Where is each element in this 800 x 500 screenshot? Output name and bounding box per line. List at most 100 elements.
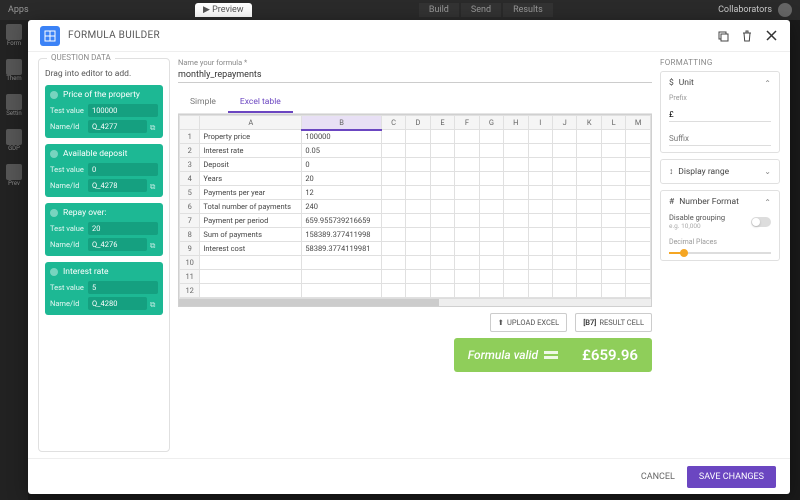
- copy-icon[interactable]: ⧉: [150, 241, 158, 249]
- horizontal-scrollbar[interactable]: [179, 298, 651, 306]
- cell[interactable]: [381, 228, 405, 242]
- question-card[interactable]: Interest rateTest value5Name/IdQ_4280⧉: [45, 262, 163, 315]
- cell[interactable]: [577, 284, 601, 298]
- cell[interactable]: [406, 200, 430, 214]
- copy-icon[interactable]: ⧉: [150, 123, 158, 131]
- cell[interactable]: [626, 172, 651, 186]
- cell[interactable]: [626, 256, 651, 270]
- sidebar-item-preview[interactable]: Prev: [6, 164, 22, 187]
- cell[interactable]: [504, 144, 528, 158]
- column-header[interactable]: G: [479, 116, 503, 130]
- cell[interactable]: [406, 284, 430, 298]
- cell[interactable]: [553, 172, 577, 186]
- cell[interactable]: [601, 284, 625, 298]
- decimal-places-slider[interactable]: [669, 252, 771, 254]
- column-header[interactable]: E: [430, 116, 454, 130]
- cell[interactable]: [479, 270, 503, 284]
- cell[interactable]: [455, 144, 479, 158]
- sidebar-item-settings[interactable]: Settin: [6, 94, 22, 117]
- cell[interactable]: [601, 144, 625, 158]
- column-header[interactable]: B: [302, 116, 382, 130]
- question-card[interactable]: Available depositTest value0Name/IdQ_427…: [45, 144, 163, 197]
- cell[interactable]: Property price: [200, 130, 302, 144]
- cell[interactable]: [479, 214, 503, 228]
- drag-handle-icon[interactable]: [50, 91, 58, 99]
- nav-results[interactable]: Results: [503, 3, 553, 17]
- column-header[interactable]: M: [626, 116, 651, 130]
- name-id-value[interactable]: Q_4280: [88, 297, 147, 310]
- cell[interactable]: 240: [302, 200, 382, 214]
- test-value[interactable]: 20: [88, 222, 158, 235]
- cell[interactable]: [528, 256, 552, 270]
- cell[interactable]: [381, 200, 405, 214]
- cell[interactable]: [601, 130, 625, 144]
- cell[interactable]: [553, 256, 577, 270]
- cell[interactable]: 0.05: [302, 144, 382, 158]
- row-number[interactable]: 5: [180, 186, 200, 200]
- cell[interactable]: [577, 228, 601, 242]
- cell[interactable]: [504, 242, 528, 256]
- cell[interactable]: 659.955739216659: [302, 214, 382, 228]
- row-number[interactable]: 11: [180, 270, 200, 284]
- cell[interactable]: 100000: [302, 130, 382, 144]
- sidebar-item-gdpr[interactable]: GDP: [6, 129, 22, 152]
- cell[interactable]: [626, 270, 651, 284]
- cell[interactable]: [553, 214, 577, 228]
- cell[interactable]: [381, 256, 405, 270]
- copy-icon[interactable]: ⧉: [150, 182, 158, 190]
- cell[interactable]: [626, 214, 651, 228]
- cell[interactable]: [577, 144, 601, 158]
- cell[interactable]: [553, 200, 577, 214]
- cell[interactable]: [479, 186, 503, 200]
- cell[interactable]: [528, 228, 552, 242]
- cell[interactable]: [553, 158, 577, 172]
- collaborators-label[interactable]: Collaborators: [718, 5, 772, 15]
- cell[interactable]: [504, 200, 528, 214]
- cell[interactable]: [528, 130, 552, 144]
- cell[interactable]: [553, 228, 577, 242]
- cell[interactable]: [577, 186, 601, 200]
- cell[interactable]: [430, 284, 454, 298]
- cell[interactable]: [577, 130, 601, 144]
- copy-icon[interactable]: [716, 29, 730, 43]
- cell[interactable]: [528, 214, 552, 228]
- cell[interactable]: [479, 284, 503, 298]
- cell[interactable]: [479, 242, 503, 256]
- cell[interactable]: [626, 228, 651, 242]
- cell[interactable]: [406, 214, 430, 228]
- cell[interactable]: [553, 284, 577, 298]
- cell[interactable]: [601, 158, 625, 172]
- cell[interactable]: [577, 242, 601, 256]
- cell[interactable]: [504, 214, 528, 228]
- cell[interactable]: [528, 200, 552, 214]
- cell[interactable]: [504, 256, 528, 270]
- cell[interactable]: [528, 144, 552, 158]
- cell[interactable]: [455, 270, 479, 284]
- cell[interactable]: [528, 158, 552, 172]
- cell[interactable]: [430, 270, 454, 284]
- sidebar-item-form[interactable]: Form: [6, 24, 22, 47]
- cell[interactable]: [381, 172, 405, 186]
- cell[interactable]: [430, 158, 454, 172]
- name-id-value[interactable]: Q_4278: [88, 179, 147, 192]
- cell[interactable]: [626, 130, 651, 144]
- cell[interactable]: [381, 158, 405, 172]
- cell[interactable]: 158389.377411998: [302, 228, 382, 242]
- nav-send[interactable]: Send: [461, 3, 501, 17]
- cell[interactable]: [430, 242, 454, 256]
- cell[interactable]: [430, 172, 454, 186]
- cell[interactable]: [430, 144, 454, 158]
- cell[interactable]: [577, 214, 601, 228]
- cell[interactable]: [406, 144, 430, 158]
- name-id-value[interactable]: Q_4276: [88, 238, 147, 251]
- cell[interactable]: [601, 172, 625, 186]
- test-value[interactable]: 0: [88, 163, 158, 176]
- cell[interactable]: 58389.3774119981: [302, 242, 382, 256]
- cell[interactable]: [601, 186, 625, 200]
- delete-icon[interactable]: [740, 29, 754, 43]
- cell[interactable]: [455, 158, 479, 172]
- cell[interactable]: [577, 256, 601, 270]
- cell[interactable]: [302, 270, 382, 284]
- cell[interactable]: [430, 130, 454, 144]
- cell[interactable]: [406, 270, 430, 284]
